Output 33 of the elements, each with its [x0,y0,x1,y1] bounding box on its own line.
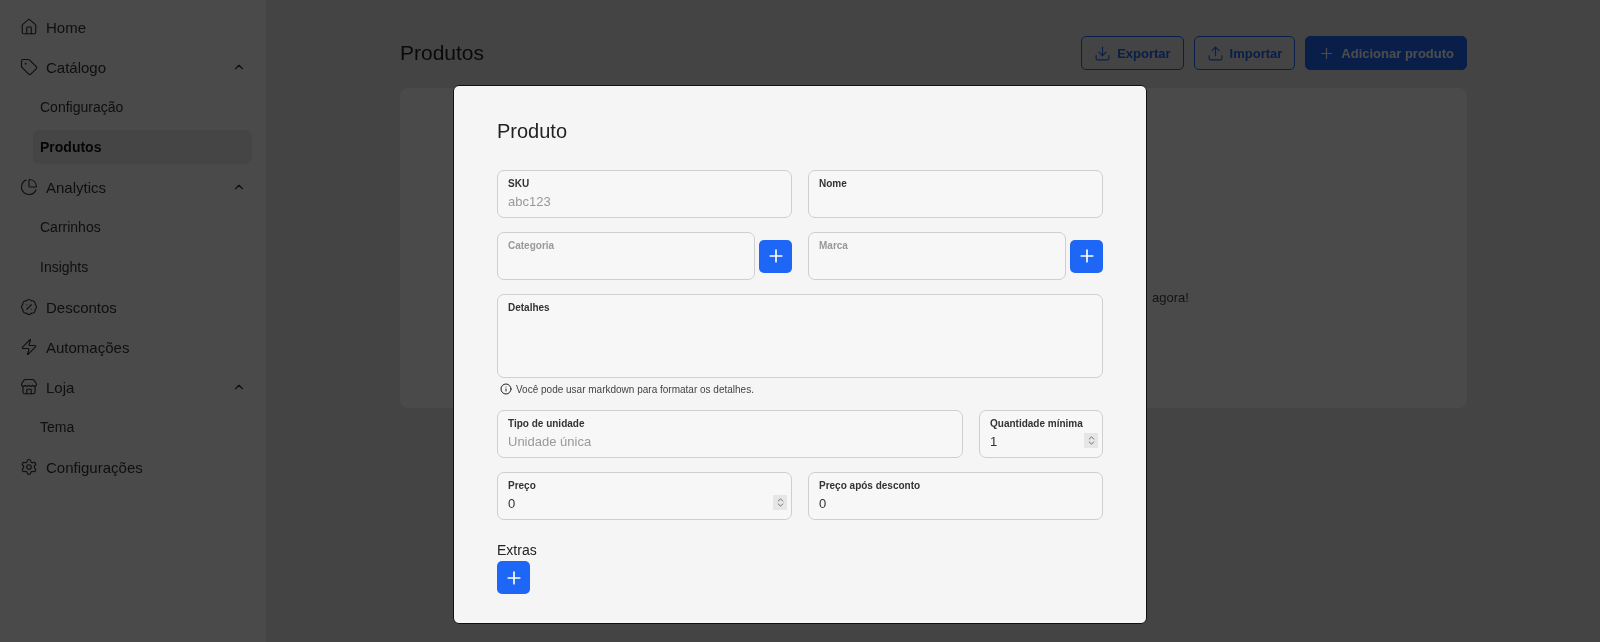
input-field[interactable]: SKU abc123 [497,170,792,218]
dialog-title: Produto [497,120,569,143]
field-label: Preço após desconto [819,480,922,491]
field-value: 0 [508,496,516,511]
select-field[interactable]: Marca [808,232,1066,280]
page-title: Produtos [400,41,485,65]
field-label: Nome [819,178,848,189]
input-field[interactable]: Preço após desconto 0 [808,472,1103,520]
add-button[interactable] [1070,239,1103,273]
add-extra-button[interactable] [497,561,530,594]
field-placeholder: abc123 [508,194,551,209]
add-button[interactable] [759,239,792,273]
field-value: 0 [819,496,827,511]
field-value: 1 [990,434,998,449]
spinner-icon[interactable] [773,495,787,510]
field-label: Categoria [508,240,556,251]
info-icon [500,383,512,395]
hint-text: Você pode usar markdown para formatar os detalhes. [516,383,754,395]
section-title: Extras [497,542,538,558]
number-field[interactable]: Preço 0 [497,472,792,520]
field-label: SKU [508,178,531,189]
input-field[interactable]: Nome [808,170,1103,218]
field-label: Tipo de unidade [508,418,586,429]
field-label: Preço [508,480,537,491]
details-textarea[interactable]: Detalhes [497,294,1103,378]
spinner-icon[interactable] [1084,433,1098,448]
field-label: Detalhes [508,302,551,313]
field-placeholder: Unidade única [508,434,592,449]
field-label: Marca [819,240,849,251]
input-field[interactable]: Tipo de unidade Unidade única [497,410,963,458]
number-field[interactable]: Quantidade mínima 1 [979,410,1103,458]
field-label: Quantidade mínima [990,418,1084,429]
select-field[interactable]: Categoria [497,232,755,280]
